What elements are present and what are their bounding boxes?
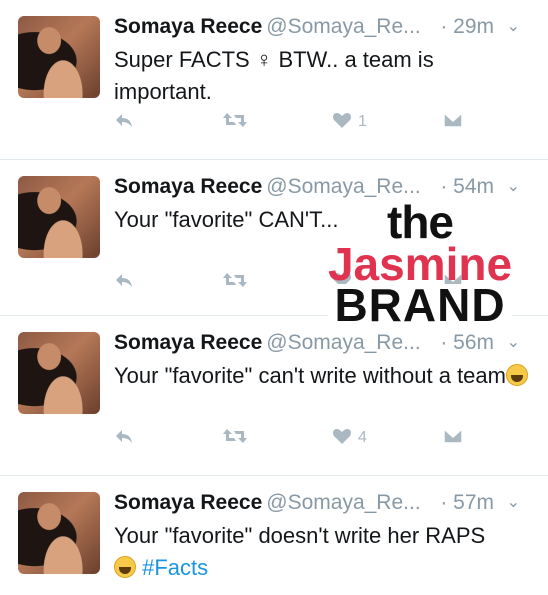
chevron-down-icon[interactable]: ⌄ — [507, 12, 520, 42]
tweet-actions: 1 — [114, 110, 514, 134]
tweet-header: Somaya Reece @Somaya_Re... · 57m ⌄ — [114, 488, 534, 518]
like-icon[interactable] — [332, 270, 352, 294]
tweet-actions — [114, 270, 514, 294]
direct-message-icon[interactable] — [442, 110, 464, 134]
tweet-text-wrap: Your "favorite" can't write without a te… — [114, 360, 534, 392]
avatar[interactable] — [18, 492, 100, 574]
retweet-icon[interactable] — [222, 426, 248, 450]
tweet-text: Your "favorite" can't write without a te… — [114, 363, 506, 388]
timestamp[interactable]: · 56m — [440, 328, 494, 358]
retweet-icon[interactable] — [222, 110, 248, 134]
tweet-header: Somaya Reece @Somaya_Re... · 29m ⌄ — [114, 12, 534, 42]
reply-icon[interactable] — [114, 270, 134, 294]
tweet-text: Your "favorite" doesn't write her RAPS — [114, 523, 486, 548]
laughing-emoji-icon — [114, 556, 136, 578]
timestamp[interactable]: · 57m — [440, 488, 494, 518]
like-count: 4 — [358, 429, 367, 446]
hashtag-link[interactable]: #Facts — [142, 555, 208, 580]
avatar[interactable] — [18, 16, 100, 98]
author-handle[interactable]: @Somaya_Re... — [266, 331, 420, 354]
reply-icon[interactable] — [114, 110, 134, 134]
direct-message-icon[interactable] — [442, 270, 464, 294]
author-name[interactable]: Somaya Reece — [114, 331, 262, 354]
retweet-icon[interactable] — [222, 270, 248, 294]
tweet[interactable]: Somaya Reece @Somaya_Re... · 57m ⌄ Your "… — [0, 476, 548, 595]
timestamp[interactable]: · 54m — [440, 172, 494, 202]
tweet[interactable]: Somaya Reece @Somaya_Re... · 56m ⌄ Your "… — [0, 316, 548, 476]
author-name[interactable]: Somaya Reece — [114, 491, 262, 514]
author-handle[interactable]: @Somaya_Re... — [266, 15, 420, 38]
timestamp[interactable]: · 29m — [440, 12, 494, 42]
reply-icon[interactable] — [114, 426, 134, 450]
tweet[interactable]: Somaya Reece @Somaya_Re... · 29m ⌄ Super … — [0, 0, 548, 160]
tweet-actions: 4 — [114, 426, 514, 450]
author-handle[interactable]: @Somaya_Re... — [266, 175, 420, 198]
direct-message-icon[interactable] — [442, 426, 464, 450]
chevron-down-icon[interactable]: ⌄ — [507, 172, 520, 202]
tweet-text-wrap: Your "favorite" doesn't write her RAPS #… — [114, 520, 534, 584]
avatar[interactable] — [18, 176, 100, 258]
tweet[interactable]: Somaya Reece @Somaya_Re... · 54m ⌄ Your "… — [0, 160, 548, 316]
author-name[interactable]: Somaya Reece — [114, 175, 262, 198]
laughing-emoji-icon — [505, 364, 528, 386]
tweet-text: Super FACTS ♀ BTW.. a team is important. — [114, 47, 434, 104]
like-icon[interactable]: 1 — [332, 110, 367, 134]
tweet-text: Your "favorite" CAN'T... — [114, 207, 339, 232]
tweet-header: Somaya Reece @Somaya_Re... · 54m ⌄ — [114, 172, 534, 202]
author-name[interactable]: Somaya Reece — [114, 15, 262, 38]
like-count: 1 — [358, 113, 367, 130]
chevron-down-icon[interactable]: ⌄ — [507, 328, 520, 358]
chevron-down-icon[interactable]: ⌄ — [507, 488, 520, 518]
avatar[interactable] — [18, 332, 100, 414]
author-handle[interactable]: @Somaya_Re... — [266, 491, 420, 514]
tweet-header: Somaya Reece @Somaya_Re... · 56m ⌄ — [114, 328, 534, 358]
like-icon[interactable]: 4 — [332, 426, 367, 450]
